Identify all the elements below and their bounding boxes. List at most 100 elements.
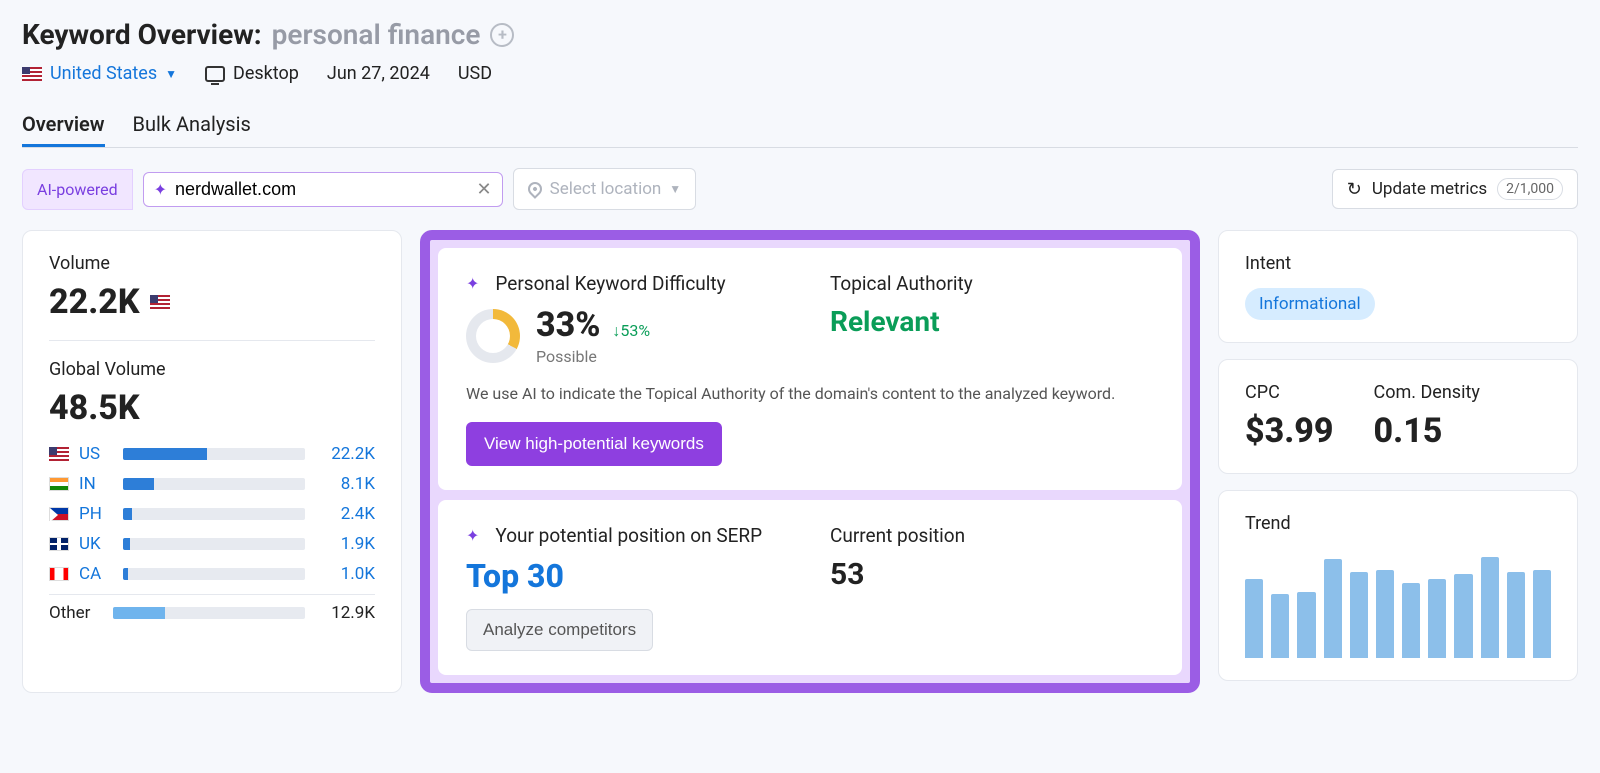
cpc-card: CPC $3.99 Com. Density 0.15: [1218, 359, 1578, 474]
intent-value[interactable]: Informational: [1245, 288, 1375, 320]
difficulty-change: ↓53%: [612, 321, 650, 340]
tabs: Overview Bulk Analysis: [22, 104, 1578, 148]
current-position-label: Current position: [830, 524, 965, 547]
view-keywords-button[interactable]: View high-potential keywords: [466, 422, 722, 466]
ca-flag-icon: [49, 567, 69, 581]
country-volume: 22.2K: [315, 444, 375, 464]
intent-card: Intent Informational: [1218, 230, 1578, 343]
cpc-label: CPC: [1245, 382, 1334, 403]
country-bar: [123, 568, 128, 580]
country-volume: 2.4K: [315, 504, 375, 524]
uk-flag-icon: [49, 537, 69, 551]
subheader: United States ▼ Desktop Jun 27, 2024 USD: [22, 63, 1578, 84]
date-label: Jun 27, 2024: [327, 63, 430, 84]
difficulty-sublabel: Possible: [536, 347, 650, 366]
ai-powered-badge: AI-powered: [22, 169, 133, 210]
trend-bar: [1245, 579, 1263, 658]
country-volume: 1.0K: [315, 564, 375, 584]
location-selector[interactable]: Select location ▼: [513, 168, 697, 210]
other-label: Other: [49, 603, 103, 623]
country-row[interactable]: UK 1.9K: [49, 534, 375, 554]
trend-chart: [1245, 548, 1551, 658]
currency-label: USD: [458, 63, 492, 84]
location-pin-icon: [525, 179, 545, 199]
trend-label: Trend: [1245, 513, 1551, 534]
trend-bar: [1533, 570, 1551, 658]
country-bar: [123, 448, 207, 460]
update-label: Update metrics: [1372, 179, 1487, 199]
highlighted-panel: ✦ Personal Keyword Difficulty 33% ↓53% P…: [420, 230, 1200, 693]
in-flag-icon: [49, 477, 69, 491]
potential-position-value: Top 30: [466, 557, 790, 595]
country-row[interactable]: US 22.2K: [49, 444, 375, 464]
country-volume: 1.9K: [315, 534, 375, 554]
potential-position-label: Your potential position on SERP: [495, 524, 762, 547]
analyze-competitors-button[interactable]: Analyze competitors: [466, 609, 653, 651]
density-value: 0.15: [1374, 411, 1480, 451]
us-flag-icon: [22, 67, 42, 81]
controls-row: AI-powered ✦ ✕ Select location ▼ ↻ Updat…: [22, 168, 1578, 210]
country-selector[interactable]: United States ▼: [22, 63, 177, 84]
trend-bar: [1507, 572, 1525, 658]
global-volume-value: 48.5K: [49, 388, 375, 428]
domain-input-wrapper[interactable]: ✦ ✕: [143, 172, 503, 207]
country-row[interactable]: IN 8.1K: [49, 474, 375, 494]
chevron-down-icon: ▼: [165, 67, 177, 81]
country-code: UK: [79, 534, 113, 554]
trend-card: Trend: [1218, 490, 1578, 681]
us-flag-icon: [49, 447, 69, 461]
country-code: PH: [79, 504, 113, 524]
country-label: United States: [50, 63, 157, 84]
density-label: Com. Density: [1374, 382, 1480, 403]
add-keyword-button[interactable]: +: [490, 23, 514, 47]
ph-flag-icon: [49, 507, 69, 521]
country-bar: [123, 538, 130, 550]
difficulty-percent: 33%: [536, 305, 600, 345]
cpc-value: $3.99: [1245, 411, 1334, 451]
country-code: US: [79, 444, 113, 464]
location-placeholder: Select location: [550, 179, 662, 199]
country-code: IN: [79, 474, 113, 494]
country-volume: 8.1K: [315, 474, 375, 494]
difficulty-card: ✦ Personal Keyword Difficulty 33% ↓53% P…: [438, 248, 1182, 490]
clear-input-button[interactable]: ✕: [477, 179, 492, 200]
country-bar: [123, 508, 132, 520]
volume-value: 22.2K: [49, 282, 140, 322]
domain-input[interactable]: [175, 179, 477, 200]
global-volume-label: Global Volume: [49, 359, 375, 380]
intent-label: Intent: [1245, 253, 1551, 274]
ai-description: We use AI to indicate the Topical Author…: [466, 382, 1154, 406]
trend-bar: [1428, 579, 1446, 658]
volume-card: Volume 22.2K Global Volume 48.5K US 22.2K…: [22, 230, 402, 693]
trend-bar: [1350, 572, 1368, 658]
country-row[interactable]: PH 2.4K: [49, 504, 375, 524]
serp-position-card: ✦ Your potential position on SERP Top 30…: [438, 500, 1182, 675]
update-count: 2/1,000: [1497, 178, 1563, 200]
sparkle-icon: ✦: [154, 180, 167, 199]
other-row: Other 12.9K: [49, 603, 375, 623]
page-header: Keyword Overview: personal finance +: [22, 18, 1578, 51]
tab-bulk-analysis[interactable]: Bulk Analysis: [133, 104, 251, 144]
trend-bar: [1454, 574, 1472, 658]
device-label: Desktop: [233, 63, 299, 84]
tab-overview[interactable]: Overview: [22, 104, 105, 147]
sparkle-icon: ✦: [466, 526, 479, 545]
current-position-value: 53: [830, 557, 1154, 592]
update-metrics-button[interactable]: ↻ Update metrics 2/1,000: [1332, 169, 1578, 209]
chevron-down-icon: ▼: [669, 182, 681, 196]
trend-bar: [1324, 559, 1342, 658]
authority-value: Relevant: [830, 305, 1154, 338]
trend-bar: [1402, 583, 1420, 658]
other-value: 12.9K: [315, 603, 375, 623]
difficulty-donut-icon: [466, 309, 520, 363]
keyword-value: personal finance: [272, 18, 481, 51]
trend-bar: [1481, 557, 1499, 658]
trend-bar: [1271, 594, 1289, 658]
country-code: CA: [79, 564, 113, 584]
device-selector[interactable]: Desktop: [205, 63, 299, 84]
other-bar: [113, 607, 165, 619]
country-row[interactable]: CA 1.0K: [49, 564, 375, 584]
country-bar: [123, 478, 154, 490]
us-flag-icon: [150, 295, 170, 309]
volume-label: Volume: [49, 253, 375, 274]
